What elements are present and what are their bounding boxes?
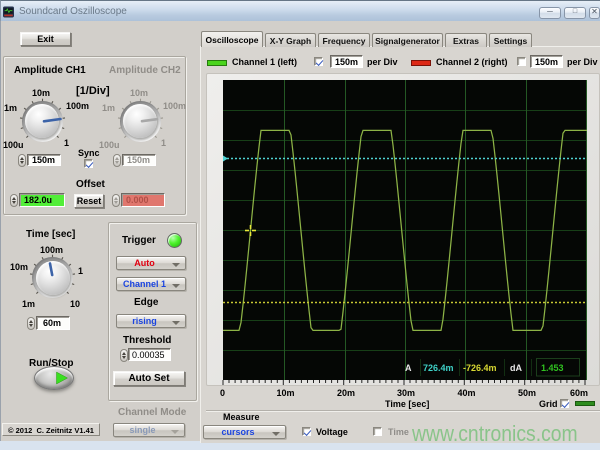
svg-text:dA: dA bbox=[510, 363, 522, 373]
svg-text:1.453: 1.453 bbox=[541, 363, 564, 373]
svg-text:-726.4m: -726.4m bbox=[463, 363, 497, 373]
svg-text:726.4m: 726.4m bbox=[423, 363, 454, 373]
svg-text:A: A bbox=[405, 363, 412, 373]
